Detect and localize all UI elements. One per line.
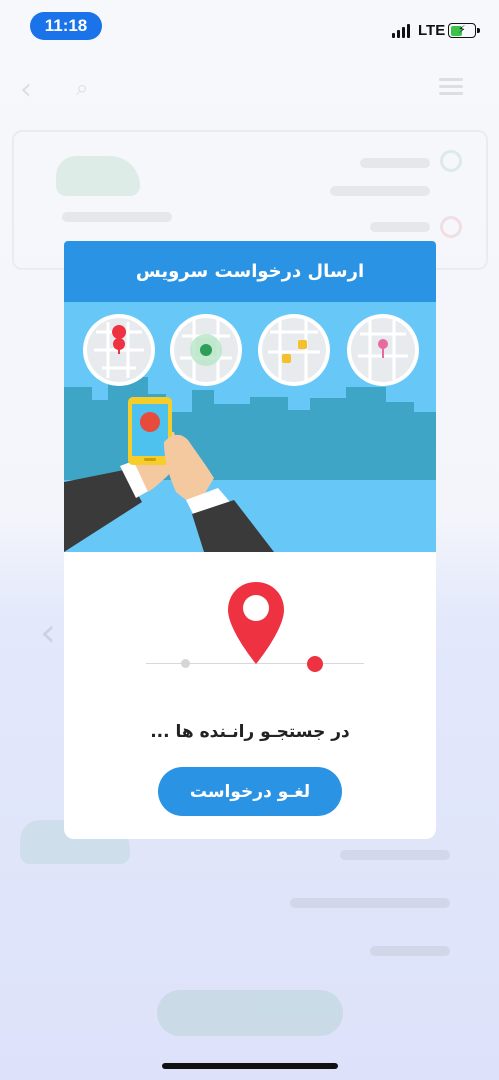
signal-icon xyxy=(392,24,412,38)
cancel-request-button[interactable]: لغـو درخواست xyxy=(158,767,342,816)
car-image xyxy=(56,156,140,196)
modal-title: ارسال درخواست سرویس xyxy=(64,241,436,302)
searching-drivers-text: در جستجـو رانـنده ها ... xyxy=(150,722,350,742)
service-illustration xyxy=(64,302,436,552)
driver-search-status: در جستجـو رانـنده ها ... لغـو درخواست xyxy=(64,552,436,839)
battery-icon: ⚡ xyxy=(448,23,480,38)
chevron-left-icon: ‹ xyxy=(20,72,32,107)
status-bar: 11:18 LTE ⚡ xyxy=(0,0,499,50)
chevron-left-icon: ‹ xyxy=(40,610,56,656)
hamburger-menu-icon xyxy=(439,78,463,96)
search-icon: ⌕ xyxy=(76,76,89,101)
route-start-dot xyxy=(181,659,190,668)
network-type: LTE xyxy=(418,22,446,39)
background-button xyxy=(157,990,343,1036)
home-indicator[interactable] xyxy=(162,1063,338,1069)
service-request-modal: ارسال درخواست سرویس در جستجـو رانـنده ها… xyxy=(64,241,436,839)
route-end-dot xyxy=(307,656,323,672)
status-time: 11:18 xyxy=(30,12,102,40)
location-pin-icon xyxy=(228,582,284,664)
background-header: ‹ ⌕ xyxy=(0,68,499,108)
